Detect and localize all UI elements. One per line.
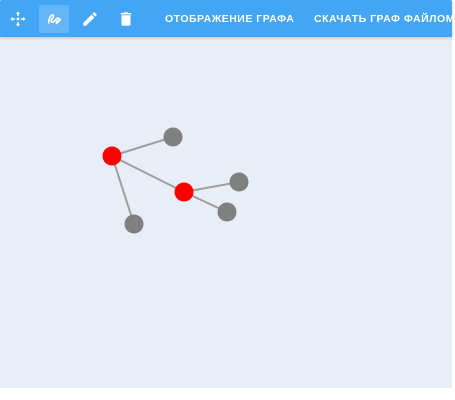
- graph-node-n3[interactable]: [124, 214, 144, 234]
- graph-node-n4[interactable]: [174, 182, 194, 202]
- pencil-icon: [81, 10, 99, 28]
- delete-tool-button[interactable]: [111, 5, 141, 33]
- trash-icon: [117, 10, 135, 28]
- graph-drawing[interactable]: [0, 37, 452, 388]
- graph-editor-app: ОТОБРАЖЕНИЕ ГРАФА СКАЧАТЬ ГРАФ ФАЙЛОМ: [0, 0, 455, 388]
- graph-node-n5[interactable]: [229, 172, 249, 192]
- toolbar: ОТОБРАЖЕНИЕ ГРАФА СКАЧАТЬ ГРАФ ФАЙЛОМ: [0, 0, 455, 37]
- show-graph-button[interactable]: ОТОБРАЖЕНИЕ ГРАФА: [165, 0, 294, 37]
- graph-edge-n1-n2[interactable]: [111, 136, 174, 157]
- edit-tool-button[interactable]: [75, 5, 105, 33]
- move-icon: [9, 10, 27, 28]
- graph-node-n6[interactable]: [217, 202, 237, 222]
- move-tool-button[interactable]: [3, 5, 33, 33]
- draw-edge-tool-button[interactable]: [39, 5, 69, 33]
- draw-edge-icon: [45, 10, 63, 28]
- graph-node-n2[interactable]: [163, 127, 183, 147]
- graph-canvas[interactable]: [0, 37, 452, 388]
- download-graph-button[interactable]: СКАЧАТЬ ГРАФ ФАЙЛОМ: [314, 0, 455, 37]
- graph-node-n1[interactable]: [102, 146, 122, 166]
